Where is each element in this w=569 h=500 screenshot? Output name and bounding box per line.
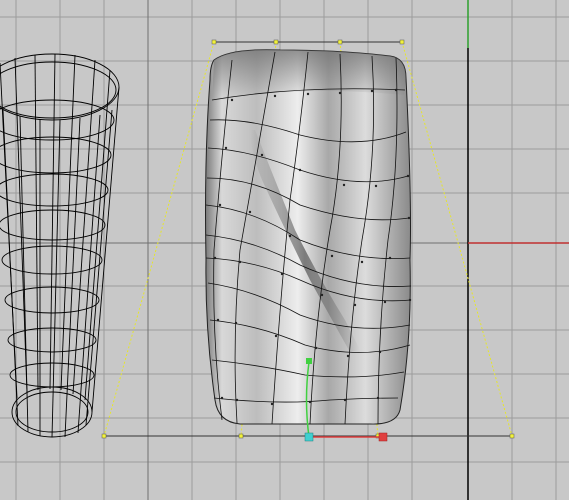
- 3d-viewport[interactable]: [0, 0, 569, 500]
- gizmo-y-handle[interactable]: [306, 358, 312, 364]
- gizmo-center-handle[interactable]: [304, 432, 314, 442]
- viewport-canvas[interactable]: [0, 0, 569, 500]
- gizmo-x-handle[interactable]: [378, 432, 388, 442]
